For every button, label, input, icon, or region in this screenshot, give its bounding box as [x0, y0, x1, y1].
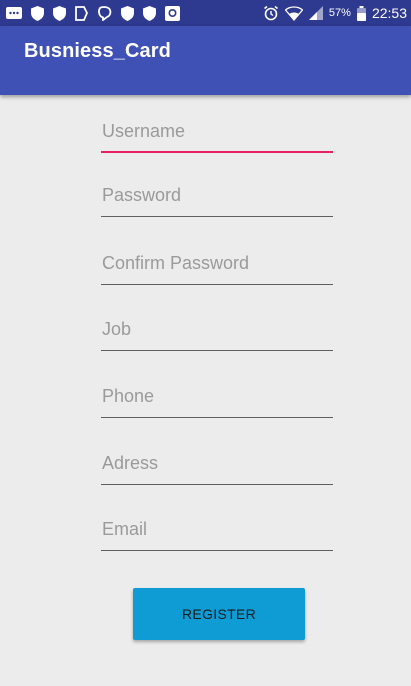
notification-icons: [6, 5, 263, 21]
shield-icon: [31, 5, 44, 21]
password-field[interactable]: [101, 177, 333, 217]
shield-icon: [143, 5, 156, 21]
tag-icon: [75, 5, 88, 21]
app-notification-icon: [165, 5, 180, 21]
address-field[interactable]: [101, 445, 333, 485]
app-bar: Busniess_Card: [0, 26, 411, 95]
confirm-password-field[interactable]: [101, 245, 333, 285]
signal-icon: [308, 6, 323, 20]
register-button[interactable]: REGISTER: [133, 588, 305, 640]
status-bar: 57% 22:53: [0, 0, 411, 26]
viber-icon: [97, 5, 112, 21]
battery-icon: [356, 5, 366, 21]
shield-icon: [53, 5, 66, 21]
system-icons: 57% 22:53: [263, 5, 407, 21]
username-field[interactable]: [101, 113, 333, 153]
email-field[interactable]: [101, 511, 333, 551]
alarm-icon: [263, 5, 279, 21]
battery-percent: 57%: [328, 7, 351, 19]
phone-field[interactable]: [101, 378, 333, 418]
message-icon: [6, 6, 22, 20]
wifi-icon: [284, 5, 303, 21]
job-field[interactable]: [101, 311, 333, 351]
clock: 22:53: [371, 5, 407, 21]
app-title: Busniess_Card: [24, 40, 171, 62]
shield-icon: [121, 5, 134, 21]
